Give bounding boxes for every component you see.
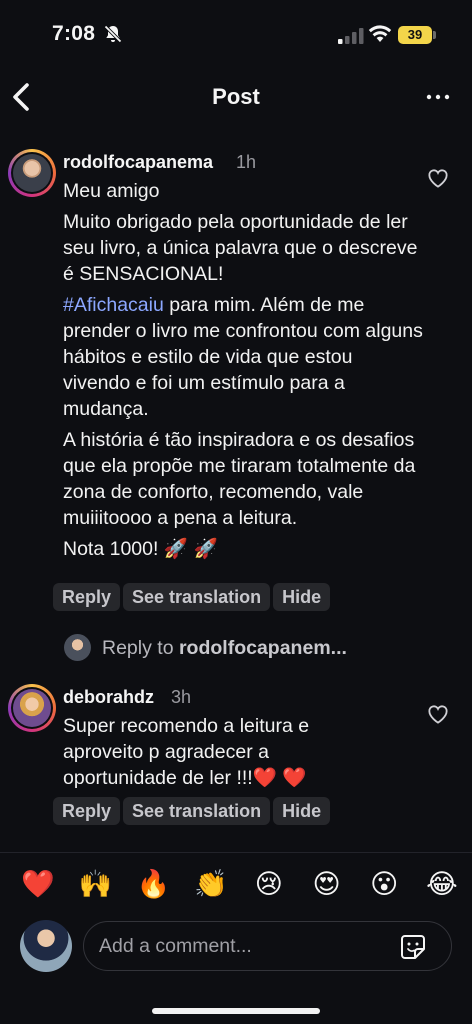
reply-button[interactable]: Reply <box>53 797 121 825</box>
divider <box>0 852 472 853</box>
comment-timestamp: 1h <box>236 152 257 172</box>
reply-target: rodolfocapanem... <box>178 637 347 659</box>
comment-input-placeholder: Add a comment... <box>99 935 252 957</box>
comment-timestamp: 3h <box>171 687 192 707</box>
top-nav-bar: Post <box>0 70 472 124</box>
profile-photo <box>13 689 51 727</box>
comment-input[interactable]: Add a comment... <box>83 921 452 971</box>
comment-paragraph: Meu amigo <box>63 180 160 202</box>
avatar[interactable] <box>8 684 56 732</box>
reply-button[interactable]: Reply <box>53 583 121 611</box>
page-title: Post <box>212 84 260 109</box>
emoji-fire[interactable]: 🔥 <box>135 866 171 902</box>
cellular-signal-icon <box>338 28 364 44</box>
reply-prompt-text[interactable]: Reply to rodolfocapanem... <box>102 637 347 660</box>
comment-paragraph: Nota 1000! 🚀 🚀 <box>63 538 218 560</box>
like-heart-icon[interactable] <box>427 704 449 724</box>
comment-username[interactable]: rodolfocapanema <box>63 152 213 173</box>
avatar[interactable] <box>8 149 56 197</box>
emoji-reaction-bar: ❤️ 🙌 🔥 👏 😢 😍 😮 😂 <box>20 866 460 902</box>
profile-photo <box>13 154 51 192</box>
see-translation-button[interactable]: See translation <box>123 583 271 611</box>
emoji-red-heart[interactable]: ❤️ <box>20 866 56 902</box>
emoji-tears-of-joy[interactable]: 😂 <box>424 866 460 902</box>
comment-paragraph: Muito obrigado pela oportunidade de ler … <box>63 211 418 285</box>
wifi-icon <box>368 25 392 42</box>
comment-body: Super recomendo a leitura e aproveito p … <box>63 713 363 796</box>
hashtag-link[interactable]: #Afichacaiu <box>63 294 164 316</box>
battery-indicator: 39 <box>398 26 432 44</box>
emoji-raised-hands[interactable]: 🙌 <box>78 866 114 902</box>
avatar <box>64 634 91 661</box>
battery-tip <box>433 31 436 39</box>
comment-paragraph: Super recomendo a leitura e aproveito p … <box>63 715 310 789</box>
bell-off-icon <box>104 25 122 43</box>
comment-username[interactable]: deborahdz <box>63 687 154 708</box>
emoji-heart-eyes[interactable]: 😍 <box>309 866 345 902</box>
comment-paragraph: A história é tão inspiradora e os desafi… <box>63 429 416 529</box>
emoji-surprised-face[interactable]: 😮 <box>366 866 402 902</box>
hide-button[interactable]: Hide <box>273 583 331 611</box>
comment-body: Meu amigo Muito obrigado pela oportunida… <box>63 178 423 567</box>
reply-prefix: Reply to <box>102 637 174 659</box>
emoji-crying-face[interactable]: 😢 <box>251 866 287 902</box>
comment-paragraph: #Afichacaiu para mim. Além de me prender… <box>63 292 423 422</box>
comment-actions: Reply See translation Hide <box>53 797 331 825</box>
hide-button[interactable]: Hide <box>273 797 331 825</box>
like-heart-icon[interactable] <box>427 168 449 188</box>
home-indicator[interactable] <box>152 1008 320 1014</box>
see-translation-button[interactable]: See translation <box>123 797 271 825</box>
sticker-icon[interactable] <box>400 934 426 960</box>
emoji-clapping-hands[interactable]: 👏 <box>193 866 229 902</box>
status-time: 7:08 <box>52 22 96 45</box>
comment-actions: Reply See translation Hide <box>53 583 331 611</box>
status-bar: 7:08 39 <box>0 0 472 68</box>
avatar <box>20 920 72 972</box>
more-options-icon[interactable] <box>425 88 451 106</box>
